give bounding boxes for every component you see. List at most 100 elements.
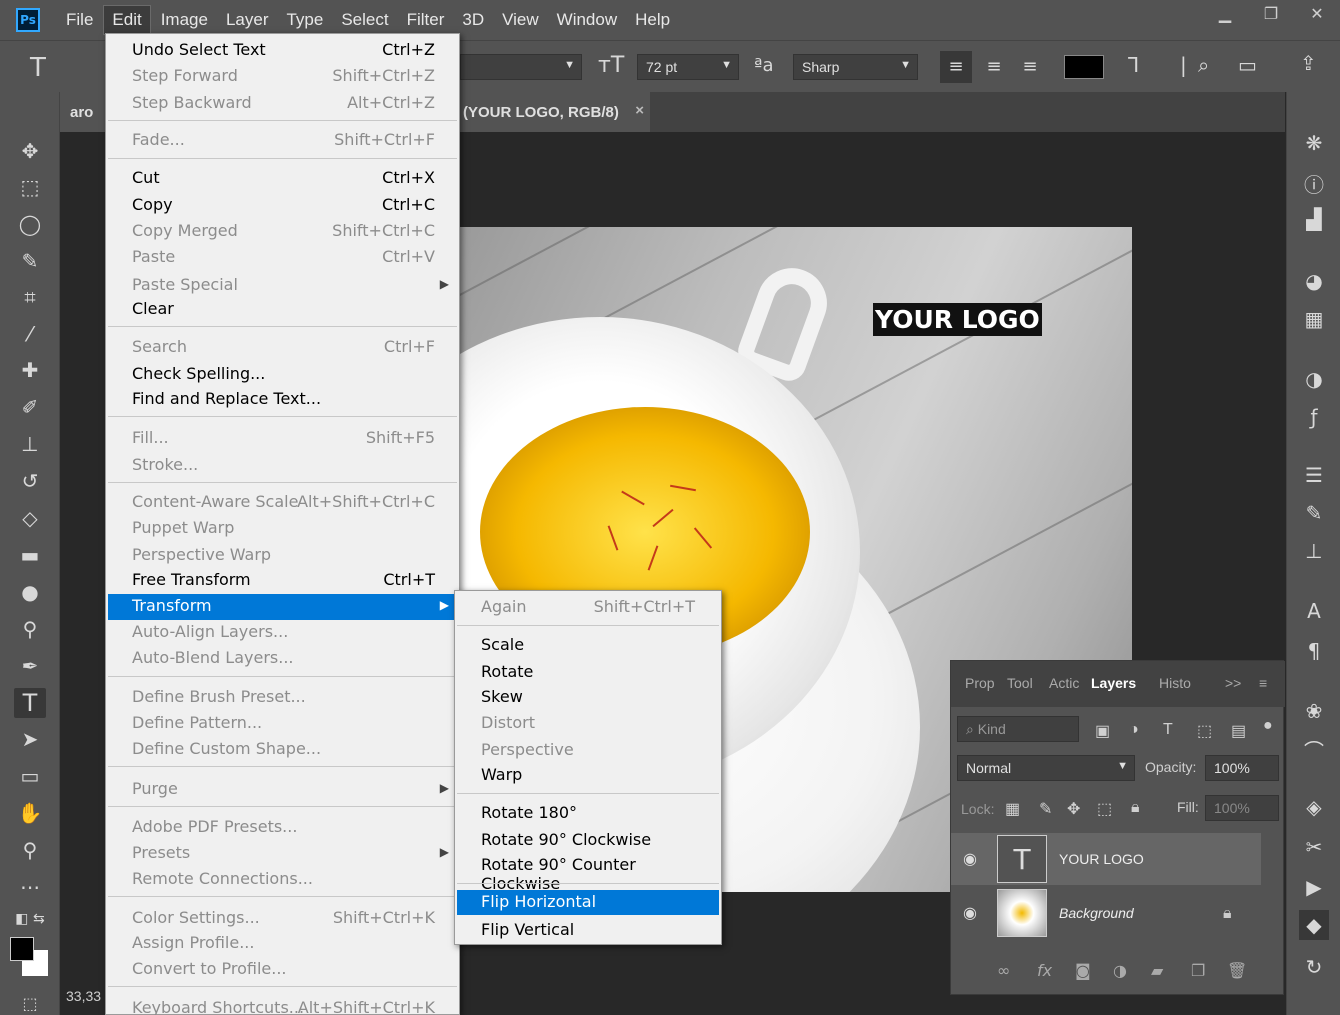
pen-tool-icon[interactable]: ✒: [14, 651, 46, 681]
font-style-dropdown[interactable]: ▼: [460, 54, 582, 80]
properties-icon[interactable]: ☰: [1299, 460, 1329, 490]
filter-toggle-icon[interactable]: ●: [1263, 717, 1273, 735]
menu-skew[interactable]: Skew: [457, 685, 719, 709]
menu-rotate-180[interactable]: Rotate 180°: [457, 801, 719, 825]
close-tab-icon[interactable]: ×: [635, 102, 644, 119]
tab-layers[interactable]: Layers: [1091, 675, 1136, 691]
align-right-icon[interactable]: ≡: [1014, 51, 1046, 83]
tab-properties[interactable]: Prop: [965, 675, 995, 691]
menu-cut[interactable]: Cut Ctrl+X: [108, 166, 457, 190]
text-color-swatch[interactable]: [1064, 55, 1104, 79]
blur-tool-icon[interactable]: ●: [14, 577, 46, 607]
menu-adobe-pdf-presets[interactable]: Adobe PDF Presets...: [108, 815, 457, 839]
quick-mask-icon[interactable]: ⬚: [14, 988, 46, 1015]
menu-file[interactable]: File: [58, 6, 101, 34]
menu-keyboard-shortcuts[interactable]: Keyboard Shortcuts... Alt+Shift+Ctrl+K: [108, 996, 457, 1015]
menu-fade[interactable]: Fade... Shift+Ctrl+F: [108, 128, 457, 152]
marquee-tool-icon[interactable]: ⬚: [14, 172, 46, 202]
add-mask-icon[interactable]: ◙: [1075, 961, 1091, 980]
fill-field[interactable]: 100%: [1205, 795, 1279, 821]
layer-row-background[interactable]: ◉ Background 🔒︎: [951, 887, 1261, 939]
menu-edit[interactable]: Edit: [103, 5, 151, 35]
menu-content-aware-scale[interactable]: Content-Aware Scale Alt+Shift+Ctrl+C: [108, 490, 457, 514]
move-tool-icon[interactable]: ✥: [14, 136, 46, 166]
logo-text-layer[interactable]: YOUR LOGO: [873, 303, 1042, 336]
lock-transparent-icon[interactable]: ▦: [1005, 799, 1020, 819]
adjustments-icon[interactable]: ◑: [1299, 364, 1329, 394]
menu-purge[interactable]: Purge ▶: [108, 777, 457, 801]
history-brush-tool-icon[interactable]: ↺: [14, 466, 46, 496]
navigator-icon[interactable]: ❋: [1299, 128, 1329, 158]
crop-tool-icon[interactable]: ⌗: [14, 282, 46, 312]
healing-brush-tool-icon[interactable]: ✚: [14, 355, 46, 385]
swatches-icon[interactable]: ▦: [1299, 304, 1329, 334]
menu-distort[interactable]: Distort: [457, 711, 719, 735]
delete-layer-icon[interactable]: 🗑︎: [1227, 961, 1247, 980]
document-tab-aro[interactable]: aro: [60, 92, 106, 132]
menu-view[interactable]: View: [494, 6, 547, 34]
dodge-tool-icon[interactable]: ⚲: [14, 614, 46, 644]
tab-history[interactable]: Histo: [1159, 675, 1191, 691]
lock-position-icon[interactable]: ✥: [1067, 799, 1080, 819]
menu-fill[interactable]: Fill... Shift+F5: [108, 426, 457, 450]
lock-all-icon[interactable]: 🔒︎: [1131, 799, 1140, 817]
lock-artboard-icon[interactable]: ⬚: [1097, 799, 1112, 819]
lasso-tool-icon[interactable]: ◯: [14, 209, 46, 239]
brush-tool-icon[interactable]: ✐: [14, 392, 46, 422]
visibility-eye-icon[interactable]: ◉: [963, 903, 977, 922]
paragraph-icon[interactable]: ¶: [1299, 636, 1329, 666]
menu-warp[interactable]: Warp: [457, 763, 719, 787]
type-tool-icon[interactable]: T: [14, 688, 46, 718]
search-icon[interactable]: ⌕: [1198, 53, 1209, 77]
menu-perspective[interactable]: Perspective: [457, 738, 719, 762]
more-tools-icon[interactable]: ⋯: [14, 872, 46, 902]
menu-scale[interactable]: Scale: [457, 633, 719, 657]
tabs-overflow-icon[interactable]: >>: [1225, 675, 1241, 691]
link-layers-icon[interactable]: ∞: [997, 961, 1010, 980]
menu-copy-merged[interactable]: Copy Merged Shift+Ctrl+C: [108, 219, 457, 243]
menu-flip-horizontal[interactable]: Flip Horizontal: [457, 890, 719, 915]
menu-3d[interactable]: 3D: [454, 6, 492, 34]
close-button[interactable]: ✕: [1294, 0, 1340, 26]
restore-button[interactable]: ❐: [1248, 0, 1294, 26]
menu-auto-align-layers[interactable]: Auto-Align Layers...: [108, 620, 457, 644]
menu-auto-blend-layers[interactable]: Auto-Blend Layers...: [108, 646, 457, 670]
menu-search[interactable]: Search Ctrl+F: [108, 335, 457, 359]
paths-icon[interactable]: ⌒: [1299, 734, 1329, 764]
menu-paste-special[interactable]: Paste Special ▶: [108, 273, 457, 297]
zoom-tool-icon[interactable]: ⚲: [14, 835, 46, 865]
menu-convert-to-profile[interactable]: Convert to Profile...: [108, 957, 457, 981]
menu-image[interactable]: Image: [153, 6, 216, 34]
menu-type[interactable]: Type: [278, 6, 331, 34]
tab-actions[interactable]: Actic: [1049, 675, 1079, 691]
menu-undo-select-text[interactable]: Undo Select Text Ctrl+Z: [108, 38, 457, 62]
brush-settings-icon[interactable]: ✎: [1299, 498, 1329, 528]
filter-shape-icon[interactable]: ⬚: [1197, 721, 1212, 741]
workspace-icon[interactable]: ▭: [1238, 53, 1257, 77]
default-colors-icon[interactable]: ◧ ⇆: [14, 904, 46, 934]
menu-perspective-warp[interactable]: Perspective Warp: [108, 543, 457, 567]
menu-free-transform[interactable]: Free Transform Ctrl+T: [108, 568, 457, 592]
3d-icon[interactable]: ◈: [1299, 792, 1329, 822]
layer-style-icon[interactable]: fx: [1037, 961, 1052, 980]
filter-type-icon[interactable]: T: [1163, 721, 1173, 739]
menu-copy[interactable]: Copy Ctrl+C: [108, 193, 457, 217]
menu-rotate[interactable]: Rotate: [457, 660, 719, 684]
menu-rotate-90-cw[interactable]: Rotate 90° Clockwise: [457, 828, 719, 852]
character-icon[interactable]: A: [1299, 596, 1329, 626]
menu-clear[interactable]: Clear: [108, 297, 457, 321]
menu-filter[interactable]: Filter: [399, 6, 453, 34]
menu-select[interactable]: Select: [333, 6, 396, 34]
menu-assign-profile[interactable]: Assign Profile...: [108, 931, 457, 955]
layer-row-your-logo[interactable]: ◉ T YOUR LOGO: [951, 833, 1261, 885]
filter-kind-dropdown[interactable]: ⌕ Kind: [957, 716, 1079, 742]
new-group-icon[interactable]: ▰: [1151, 961, 1163, 980]
menu-transform[interactable]: Transform ▶: [108, 594, 457, 620]
character-panel-icon[interactable]: |: [1180, 53, 1187, 77]
antialias-dropdown[interactable]: Sharp ▼: [793, 54, 918, 80]
new-layer-icon[interactable]: ❐: [1191, 961, 1205, 980]
menu-check-spelling[interactable]: Check Spelling...: [108, 362, 457, 386]
align-center-icon[interactable]: ≡: [978, 51, 1010, 83]
filter-smart-object-icon[interactable]: ▤: [1231, 721, 1246, 741]
clone-stamp-tool-icon[interactable]: ⊥: [14, 429, 46, 459]
